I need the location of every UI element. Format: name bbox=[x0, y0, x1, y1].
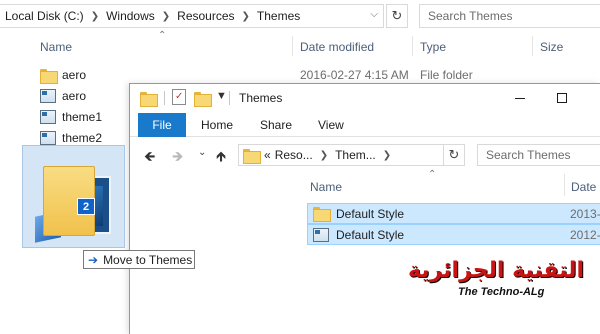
tab-file[interactable]: File bbox=[138, 113, 186, 137]
file-date: 2016-02-27 4:15 AM bbox=[300, 68, 409, 82]
column-header-date[interactable]: Date bbox=[571, 180, 596, 194]
theme-file-icon bbox=[313, 227, 329, 242]
list-item[interactable]: aero bbox=[40, 86, 86, 106]
breadcrumb-separator-icon[interactable]: ❯ bbox=[320, 150, 328, 161]
refresh-button[interactable]: ↻ bbox=[443, 144, 465, 166]
maximize-icon bbox=[557, 93, 567, 103]
folder-icon bbox=[40, 68, 58, 84]
maximize-button[interactable] bbox=[550, 88, 574, 108]
file-date: 2012- bbox=[570, 228, 600, 242]
breadcrumb-overflow[interactable]: « bbox=[264, 148, 271, 162]
minimize-icon bbox=[515, 97, 525, 99]
toolbar-divider bbox=[164, 91, 165, 105]
column-header-date-modified[interactable]: Date modified bbox=[300, 40, 374, 54]
sort-indicator-icon: ⌃ bbox=[428, 169, 437, 180]
column-divider[interactable] bbox=[292, 36, 293, 56]
drag-tooltip-text: Move to Themes bbox=[103, 252, 193, 267]
title-bar[interactable]: ✓ ▼ Themes bbox=[130, 84, 600, 113]
file-name: theme1 bbox=[62, 110, 103, 124]
window-title: Themes bbox=[239, 91, 283, 105]
properties-icon[interactable]: ✓ bbox=[172, 89, 186, 105]
recent-locations-icon[interactable]: ⌄ bbox=[198, 147, 206, 158]
breadcrumb-separator-icon[interactable]: ❯ bbox=[162, 11, 170, 22]
list-item-selected[interactable]: Default Style 2013- bbox=[307, 203, 600, 224]
column-divider[interactable] bbox=[412, 36, 413, 56]
move-arrow-icon: ➔ bbox=[88, 252, 99, 267]
new-folder-icon[interactable] bbox=[194, 92, 212, 107]
file-type: File folder bbox=[420, 68, 473, 82]
breadcrumb-item[interactable]: Local Disk (C:) bbox=[5, 9, 84, 23]
theme-file-icon bbox=[40, 110, 56, 124]
refresh-icon: ↻ bbox=[448, 147, 460, 162]
folder-icon bbox=[140, 92, 158, 107]
navigation-bar: 🡸 🡺 ⌄ 🡹 « Reso... ❯ Them... ❯ ↻ Search T… bbox=[130, 137, 600, 171]
file-name: aero bbox=[62, 68, 87, 82]
column-header-name[interactable]: Name bbox=[40, 40, 72, 54]
breadcrumb-item[interactable]: Them... bbox=[335, 148, 376, 162]
column-header-size[interactable]: Size bbox=[540, 40, 563, 54]
tab-home[interactable]: Home bbox=[201, 113, 233, 137]
toolbar-divider bbox=[229, 91, 230, 105]
refresh-button[interactable]: ↻ bbox=[386, 4, 408, 28]
watermark-latin-text: The Techno-ALg bbox=[458, 286, 545, 298]
column-divider[interactable] bbox=[532, 36, 533, 56]
address-bar[interactable]: « Reso... ❯ Them... ❯ bbox=[238, 144, 464, 166]
file-name: theme2 bbox=[62, 131, 103, 145]
search-input[interactable]: Search Themes bbox=[419, 4, 600, 28]
list-item[interactable]: theme1 bbox=[40, 107, 102, 127]
file-name: aero bbox=[62, 89, 87, 103]
dragged-items-stack: 2 bbox=[35, 158, 115, 243]
breadcrumb-separator-icon[interactable]: ❯ bbox=[91, 11, 99, 22]
tab-share[interactable]: Share bbox=[260, 113, 292, 137]
back-address-bar[interactable]: Local Disk (C:) ❯ Windows ❯ Resources ❯ … bbox=[0, 4, 384, 28]
file-name: Default Style bbox=[336, 227, 405, 242]
drag-tooltip: ➔ Move to Themes bbox=[83, 250, 195, 269]
column-header-name[interactable]: Name bbox=[310, 180, 342, 194]
watermark-logo: التقنية الجزائرية The Techno-ALg bbox=[408, 258, 590, 308]
up-arrow-icon[interactable]: 🡹 bbox=[216, 146, 226, 170]
list-item-selected[interactable]: Default Style 2012- bbox=[307, 224, 600, 245]
chevron-down-icon[interactable]: ⌵ bbox=[370, 9, 378, 20]
tab-view[interactable]: View bbox=[318, 113, 344, 137]
column-divider[interactable] bbox=[564, 174, 565, 196]
minimize-button[interactable] bbox=[508, 88, 532, 108]
back-arrow-icon[interactable]: 🡸 bbox=[144, 146, 155, 170]
file-date: 2013- bbox=[570, 207, 600, 221]
forward-arrow-icon[interactable]: 🡺 bbox=[172, 146, 183, 170]
breadcrumb-item[interactable]: Resources bbox=[177, 9, 234, 23]
breadcrumb-item[interactable]: Windows bbox=[106, 9, 155, 23]
breadcrumb-item[interactable]: Themes bbox=[257, 9, 300, 23]
folder-icon bbox=[313, 207, 331, 222]
list-item[interactable]: aero bbox=[40, 65, 86, 85]
ribbon: File Home Share View bbox=[130, 113, 600, 137]
sort-indicator-icon: ⌃ bbox=[158, 30, 167, 41]
theme-file-icon bbox=[40, 131, 56, 145]
customize-toolbar-icon[interactable]: ▼ bbox=[216, 90, 227, 102]
folder-icon bbox=[243, 148, 261, 164]
search-input[interactable]: Search Themes bbox=[477, 144, 600, 166]
file-name: Default Style bbox=[336, 206, 405, 221]
theme-file-icon bbox=[40, 89, 56, 103]
breadcrumb-item[interactable]: Reso... bbox=[275, 148, 313, 162]
breadcrumb-separator-icon[interactable]: ❯ bbox=[242, 11, 250, 22]
watermark-arabic-text: التقنية الجزائرية bbox=[407, 258, 584, 283]
column-header-type[interactable]: Type bbox=[420, 40, 446, 54]
refresh-icon: ↻ bbox=[391, 8, 403, 23]
item-count-badge: 2 bbox=[77, 198, 95, 215]
breadcrumb-separator-icon[interactable]: ❯ bbox=[383, 150, 391, 161]
drag-preview: 2 bbox=[22, 145, 125, 248]
